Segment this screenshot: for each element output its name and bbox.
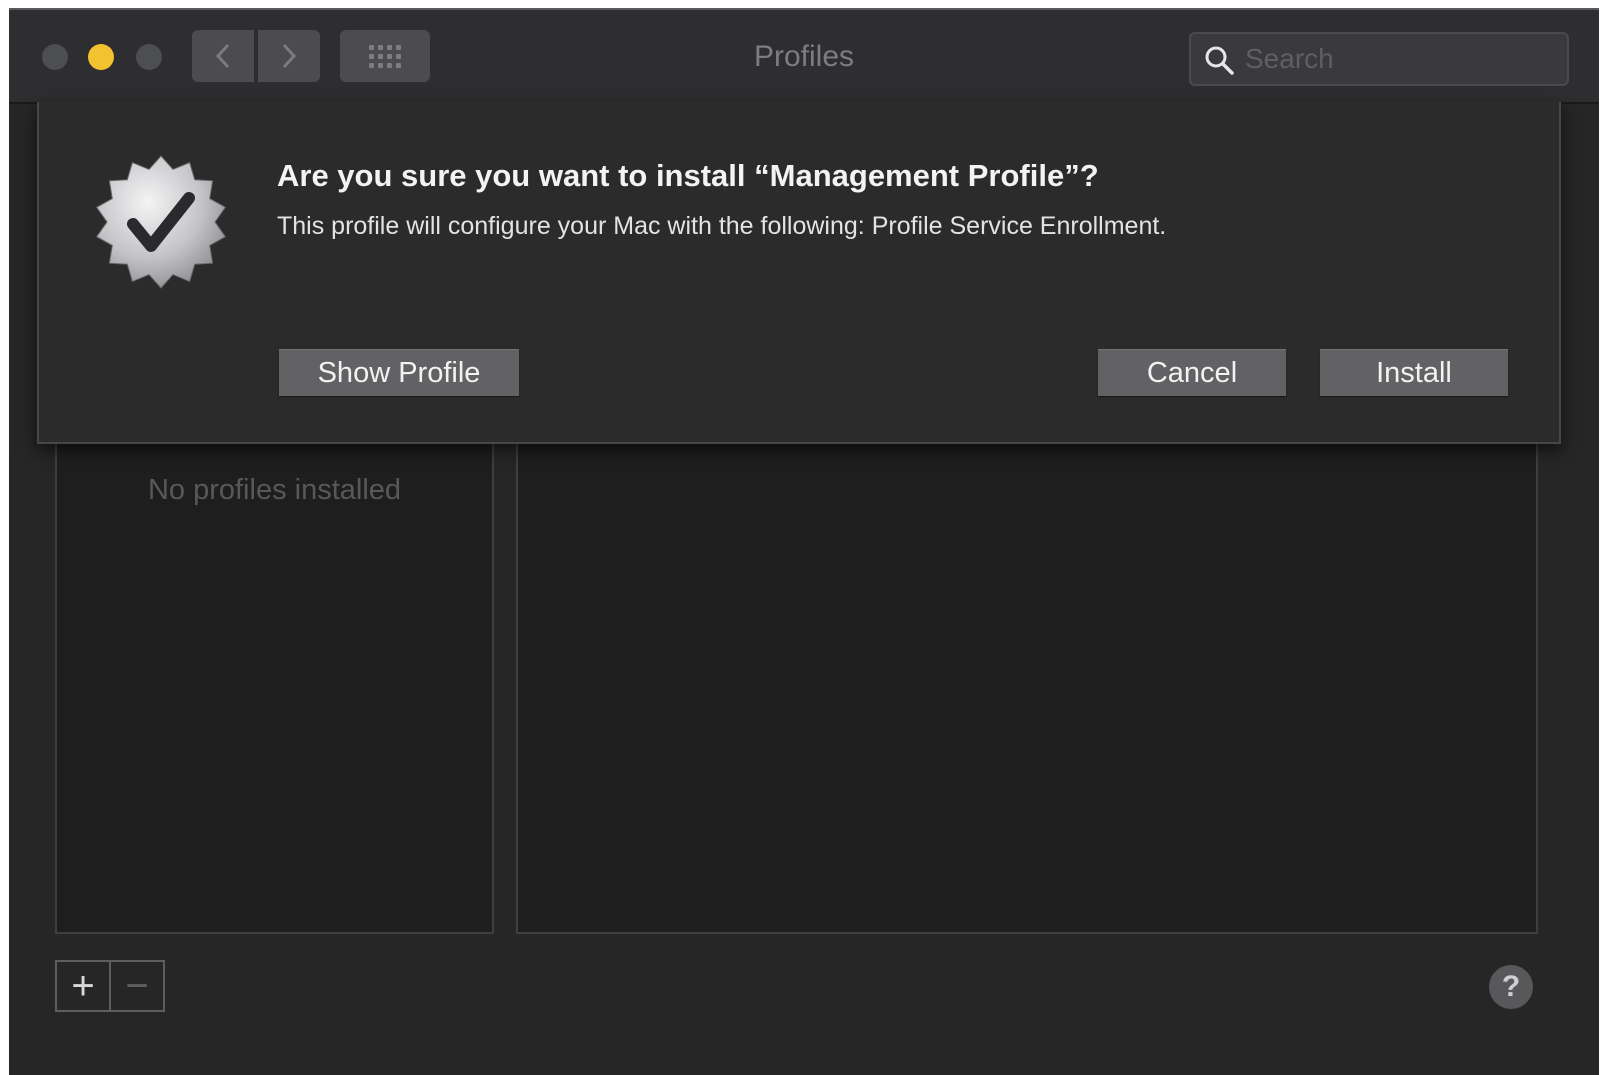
system-preferences-window: Profiles No profiles installed + − ? [9,8,1599,1075]
search-input[interactable] [1243,40,1547,78]
empty-list-text: No profiles installed [147,474,402,506]
search-icon [1205,46,1234,75]
add-profile-button[interactable]: + [57,962,109,1010]
install-confirmation-sheet: Are you sure you want to install “Manage… [37,102,1561,444]
search-field[interactable] [1189,32,1569,86]
add-remove-control: + − [55,960,165,1012]
dialog-title: Are you sure you want to install “Manage… [277,158,1099,193]
cancel-button[interactable]: Cancel [1098,349,1286,396]
install-button[interactable]: Install [1320,349,1508,396]
title-bar: Profiles [9,10,1599,104]
dialog-message: This profile will configure your Mac wit… [277,212,1167,240]
help-button[interactable]: ? [1489,965,1533,1009]
profile-detail-panel [516,440,1538,934]
show-profile-button[interactable]: Show Profile [279,349,519,396]
remove-profile-button[interactable]: − [111,962,163,1010]
profiles-list[interactable]: No profiles installed [55,440,494,934]
verified-badge-icon [95,155,227,289]
